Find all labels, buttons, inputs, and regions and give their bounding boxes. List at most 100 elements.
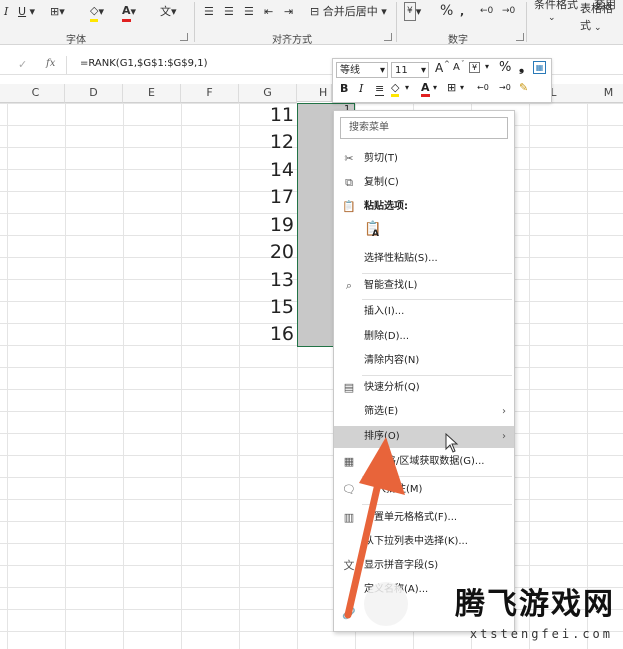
cell-g7[interactable]: 13 <box>240 268 294 293</box>
shrink-font-button[interactable]: A <box>453 62 460 73</box>
cell-g4[interactable]: 17 <box>240 185 294 210</box>
align-right-button[interactable]: ☰ <box>244 3 254 20</box>
comma-button[interactable]: , <box>460 3 464 20</box>
chevron-right-icon: › <box>502 431 506 442</box>
fill-color-button[interactable]: ◇ ▾ <box>90 3 104 22</box>
italic-button[interactable]: I <box>359 82 363 95</box>
conditional-format-button[interactable]: 条件格式 <box>534 0 578 13</box>
column-header-m[interactable]: M <box>594 84 623 103</box>
menu-item-copy[interactable]: ⧉ 复制(C) <box>334 172 514 194</box>
ribbon-divider <box>396 2 397 42</box>
menu-label: 复制(C) <box>364 177 399 188</box>
column-header-d[interactable]: D <box>65 84 123 103</box>
format-painter-table-icon[interactable]: ▦ <box>533 61 546 74</box>
alignment-group-label: 对齐方式 <box>272 35 312 46</box>
cell-g5[interactable]: 19 <box>240 213 294 238</box>
number-dialog-launcher-icon[interactable] <box>516 33 524 41</box>
phonetic-button[interactable]: 文▾ <box>160 3 177 20</box>
menu-item-cut[interactable]: ✂ 剪切(T) <box>334 148 514 170</box>
menu-item-delete[interactable]: 删除(D)... <box>334 326 514 348</box>
chevron-down-icon: ▾ <box>420 65 426 76</box>
align-left-button[interactable]: ☰ <box>204 3 214 20</box>
column-header-f[interactable]: F <box>181 84 239 103</box>
font-color-icon[interactable]: A <box>421 81 430 97</box>
decrease-decimal-button[interactable]: →0 <box>502 3 515 20</box>
cell-g9[interactable]: 16 <box>240 322 294 347</box>
chevron-down-icon: ▾ <box>379 65 385 76</box>
column-header-c[interactable]: C <box>7 84 65 103</box>
merge-icon: ⊟ <box>310 5 320 18</box>
ribbon-divider <box>194 2 195 42</box>
percent-button[interactable]: % <box>499 60 511 75</box>
align-center-button[interactable]: ☰ <box>224 3 234 20</box>
font-group-label: 字体 <box>66 35 86 46</box>
ribbon: I U ▾ ⊞▾ ◇ ▾ A ▾ 文▾ ☰ ☰ ☰ ⇤ ⇥ ⊟ 合并后居中 ▾ ¥ ▾… <box>0 0 623 46</box>
cell-g2[interactable]: 12 <box>240 130 294 155</box>
clipboard-icon: 📋 <box>342 200 356 213</box>
cell-g1[interactable]: 11 <box>240 103 294 128</box>
menu-item-insert[interactable]: 插入(I)... <box>334 301 514 323</box>
menu-label: 快速分析(Q) <box>364 382 420 393</box>
column-header-g[interactable]: G <box>239 84 297 103</box>
menu-label: 筛选(E) <box>364 406 399 417</box>
table-format-chevron-icon[interactable]: ⌄ <box>594 20 602 37</box>
column-header-e[interactable]: E <box>123 84 181 103</box>
menu-label: 粘贴选项: <box>364 201 408 212</box>
conditional-format-chevron-icon[interactable]: ⌄ <box>548 10 556 27</box>
cell-g3[interactable]: 14 <box>240 158 294 183</box>
alignment-dialog-launcher-icon[interactable] <box>384 33 392 41</box>
decrease-decimal-icon[interactable]: →0 <box>499 83 511 92</box>
watermark-logo-icon <box>364 582 408 626</box>
formula-input[interactable]: =RANK(G1,$G$1:$G$9,1) <box>80 58 207 69</box>
align-icon[interactable]: ≡ <box>375 82 385 96</box>
increase-decimal-button[interactable]: ←0 <box>480 3 493 20</box>
mouse-cursor-icon <box>445 433 459 453</box>
scissors-icon: ✂ <box>344 152 354 165</box>
menu-label: 删除(D)... <box>364 331 410 342</box>
merge-center-button[interactable]: ⊟ 合并后居中 ▾ <box>310 3 387 20</box>
underline-button[interactable]: U ▾ <box>18 3 35 20</box>
menu-item-clear-contents[interactable]: 清除内容(N) <box>334 350 514 372</box>
increase-indent-button[interactable]: ⇥ <box>284 3 293 20</box>
grow-font-button[interactable]: A <box>435 61 443 75</box>
italic-button[interactable]: I <box>4 3 8 20</box>
cell-g6[interactable]: 20 <box>240 240 294 265</box>
percent-button[interactable]: % <box>440 3 453 20</box>
format-painter-icon[interactable]: ✎ <box>519 81 528 94</box>
accounting-icon[interactable]: ¥ <box>469 62 481 73</box>
number-group-label: 数字 <box>448 35 468 46</box>
font-dialog-launcher-icon[interactable] <box>180 33 188 41</box>
font-name-select[interactable]: 等线 ▾ <box>336 62 388 78</box>
menu-search-input[interactable]: 搜索菜单 <box>340 117 508 139</box>
menu-item-filter[interactable]: 筛选(E) › <box>334 401 514 423</box>
insert-function-icon[interactable]: fx <box>46 58 55 69</box>
menu-label: 选择性粘贴(S)... <box>364 253 438 264</box>
paste-values-button[interactable]: 📋 A <box>364 221 382 241</box>
cell-g8[interactable]: 15 <box>240 295 294 320</box>
border-icon[interactable]: ⊞ <box>447 81 456 94</box>
watermark-title: 腾飞游戏网 <box>455 587 615 622</box>
fill-color-icon[interactable]: ◇ <box>391 81 400 97</box>
decrease-indent-button[interactable]: ⇤ <box>264 3 273 20</box>
menu-label: 智能查找(L) <box>364 280 418 291</box>
bold-button[interactable]: B <box>340 82 348 95</box>
menu-item-quick-analysis[interactable]: ▤ 快速分析(Q) <box>334 377 514 399</box>
menu-item-smart-lookup[interactable]: ⌕ 智能查找(L) <box>334 275 514 297</box>
accounting-format-button[interactable]: ¥ ▾ <box>404 2 421 21</box>
quick-analysis-icon: ▤ <box>343 381 355 394</box>
font-size-value: 11 <box>395 65 408 76</box>
font-color-button[interactable]: A ▾ <box>122 3 136 22</box>
menu-item-paste-special[interactable]: 选择性粘贴(S)... <box>334 248 514 270</box>
menu-label: 插入(I)... <box>364 306 405 317</box>
mini-toolbar: 等线 ▾ 11 ▾ A ^ Aˇ ¥ ▾ % ❟ ▦ B I ≡ ◇ ▾ A ▾ ⊞ ▾ ←0… <box>332 58 552 103</box>
font-size-select[interactable]: 11 ▾ <box>391 62 429 78</box>
increase-decimal-icon[interactable]: ←0 <box>477 83 489 92</box>
confirm-icon[interactable]: ✓ <box>18 58 27 71</box>
watermark-url: xtstengfei.com <box>469 627 613 641</box>
column-header-h[interactable]: H <box>297 84 332 102</box>
paste-values-letter: A <box>372 229 379 239</box>
search-icon: ⌕ <box>345 279 353 292</box>
chevron-right-icon: › <box>502 406 506 417</box>
border-button[interactable]: ⊞▾ <box>50 3 65 20</box>
comma-style-button[interactable]: ❟ <box>519 60 524 75</box>
